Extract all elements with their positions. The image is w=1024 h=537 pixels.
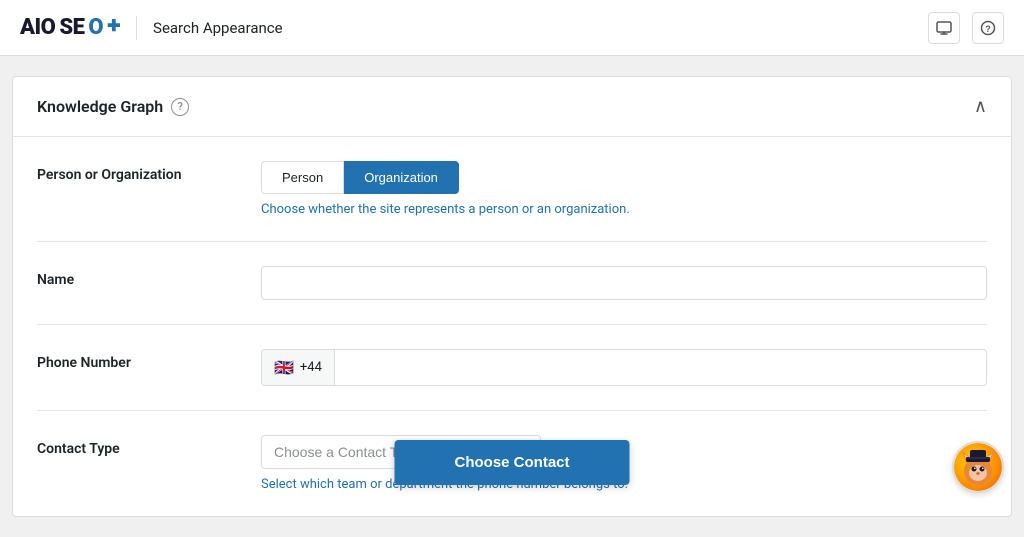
phone-label: Phone Number [37, 349, 237, 371]
person-org-toggle-group: Person Organization [261, 161, 987, 194]
screen-icon [936, 20, 952, 36]
person-org-label: Person or Organization [37, 161, 237, 183]
section-help-icon[interactable]: ? [171, 98, 189, 116]
header-title: Search Appearance [153, 19, 283, 37]
person-org-field: Person Organization Choose whether the s… [261, 161, 987, 217]
logo-seo-text: SE [59, 15, 84, 40]
name-row: Name [37, 242, 987, 325]
phone-number-input[interactable] [335, 350, 986, 385]
header: AIOSEO✚ Search Appearance ? [0, 0, 1024, 56]
section-title-row: Knowledge Graph ? [37, 97, 189, 116]
section-header: Knowledge Graph ? ∧ [13, 77, 1011, 137]
name-label: Name [37, 266, 237, 288]
name-input[interactable] [261, 266, 987, 300]
person-org-description: Choose whether the site represents a per… [261, 202, 987, 217]
help-icon-button[interactable]: ? [972, 12, 1004, 44]
person-button[interactable]: Person [261, 161, 344, 194]
organization-button[interactable]: Organization [344, 161, 459, 194]
logo-aio-text: AIO [20, 15, 55, 40]
person-org-row: Person or Organization Person Organizati… [37, 137, 987, 242]
section-title: Knowledge Graph [37, 97, 163, 116]
choose-contact-button[interactable]: Choose Contact [394, 440, 629, 485]
phone-field: 🇬🇧 +44 [261, 349, 987, 386]
name-field [261, 266, 987, 300]
logo-o-text: O [88, 15, 103, 40]
logo-plus-icon: ✚ [107, 16, 120, 35]
header-divider [136, 16, 137, 40]
contact-type-label: Contact Type [37, 435, 237, 457]
phone-code: +44 [300, 360, 322, 375]
phone-input-wrapper: 🇬🇧 +44 [261, 349, 987, 386]
mascot-image [954, 443, 1002, 491]
svg-text:?: ? [985, 24, 991, 34]
screen-icon-button[interactable] [928, 12, 960, 44]
mascot-avatar[interactable] [952, 441, 1004, 493]
flag-icon: 🇬🇧 [274, 358, 294, 377]
phone-flag-button[interactable]: 🇬🇧 +44 [262, 350, 335, 385]
logo: AIOSEO✚ [20, 15, 120, 40]
header-actions: ? [928, 12, 1004, 44]
collapse-icon[interactable]: ∧ [974, 98, 987, 116]
mascot-svg [956, 445, 1000, 489]
question-icon: ? [980, 20, 996, 36]
phone-row: Phone Number 🇬🇧 +44 [37, 325, 987, 411]
